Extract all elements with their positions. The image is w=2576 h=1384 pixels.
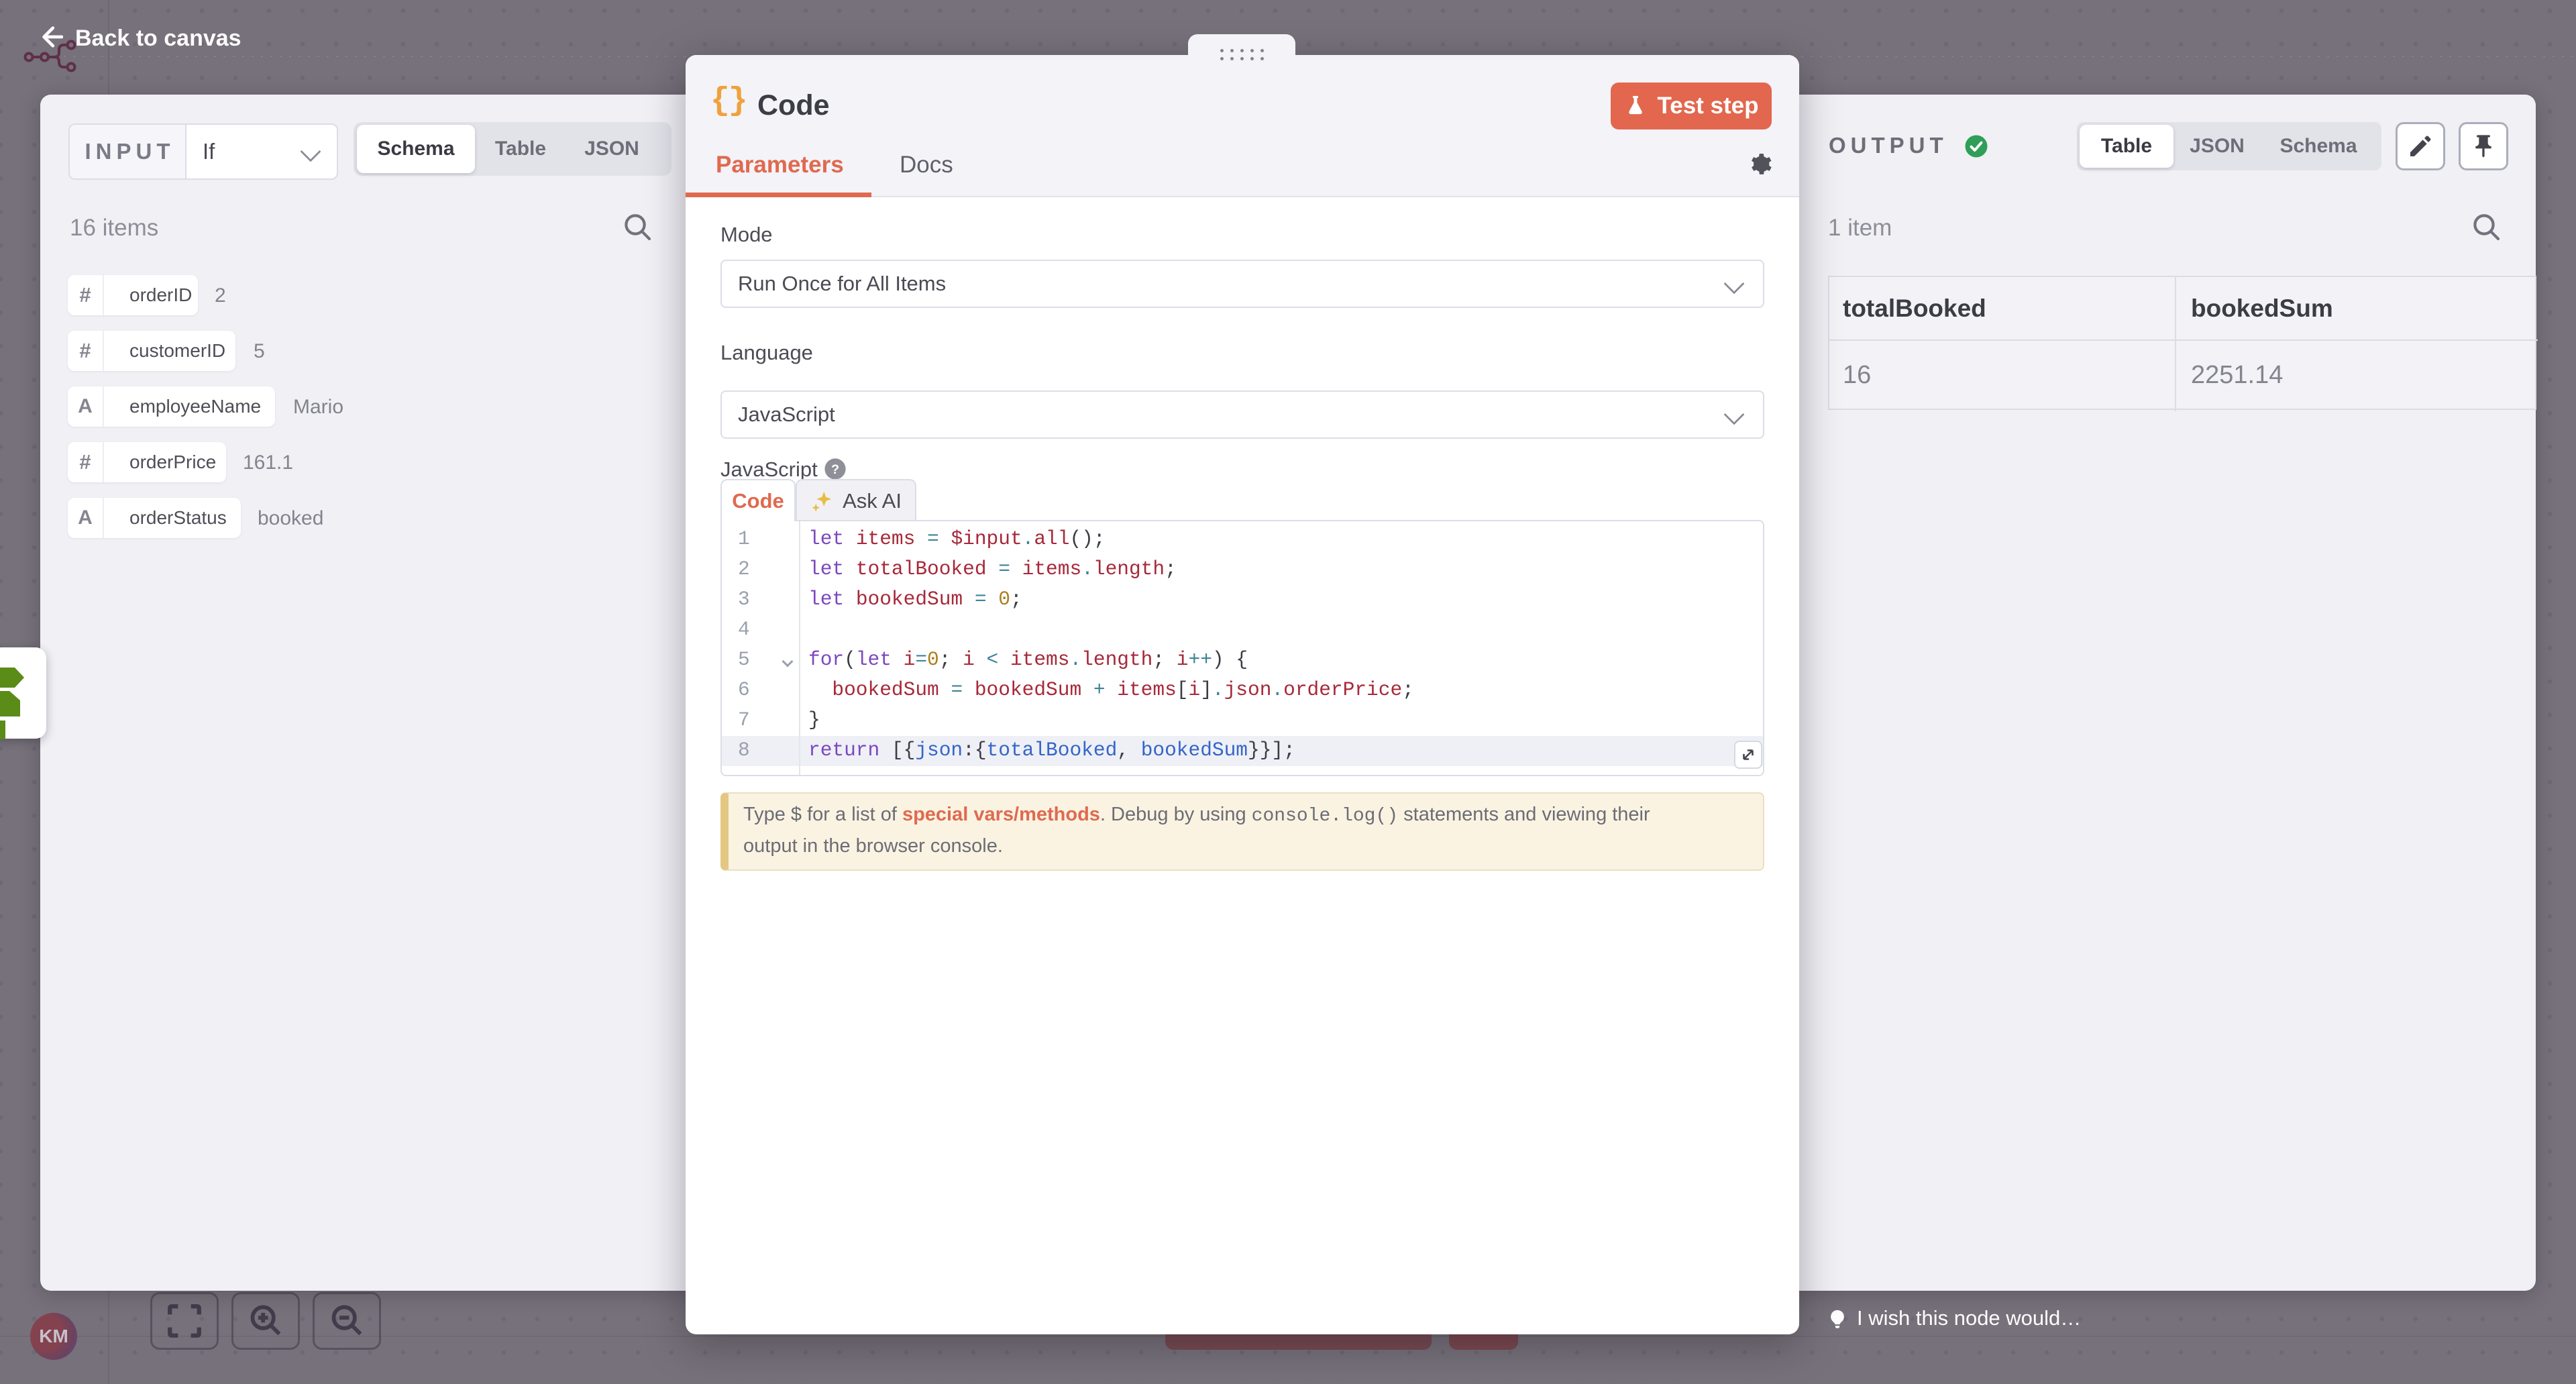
svg-text:?: ? xyxy=(831,462,839,477)
